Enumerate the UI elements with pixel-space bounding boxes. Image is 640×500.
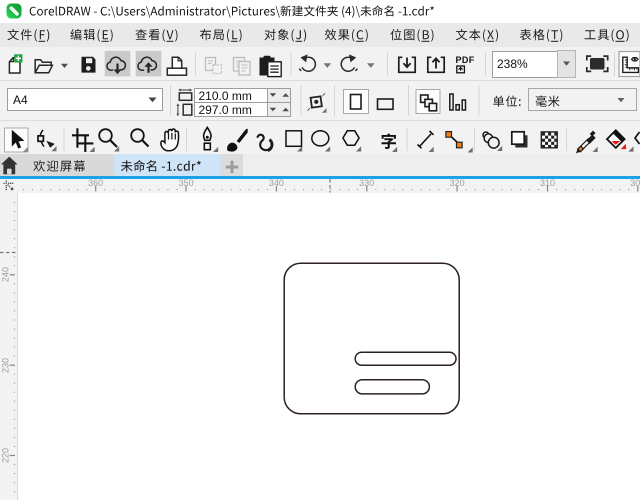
svg-text:PDF: PDF: [456, 55, 475, 65]
